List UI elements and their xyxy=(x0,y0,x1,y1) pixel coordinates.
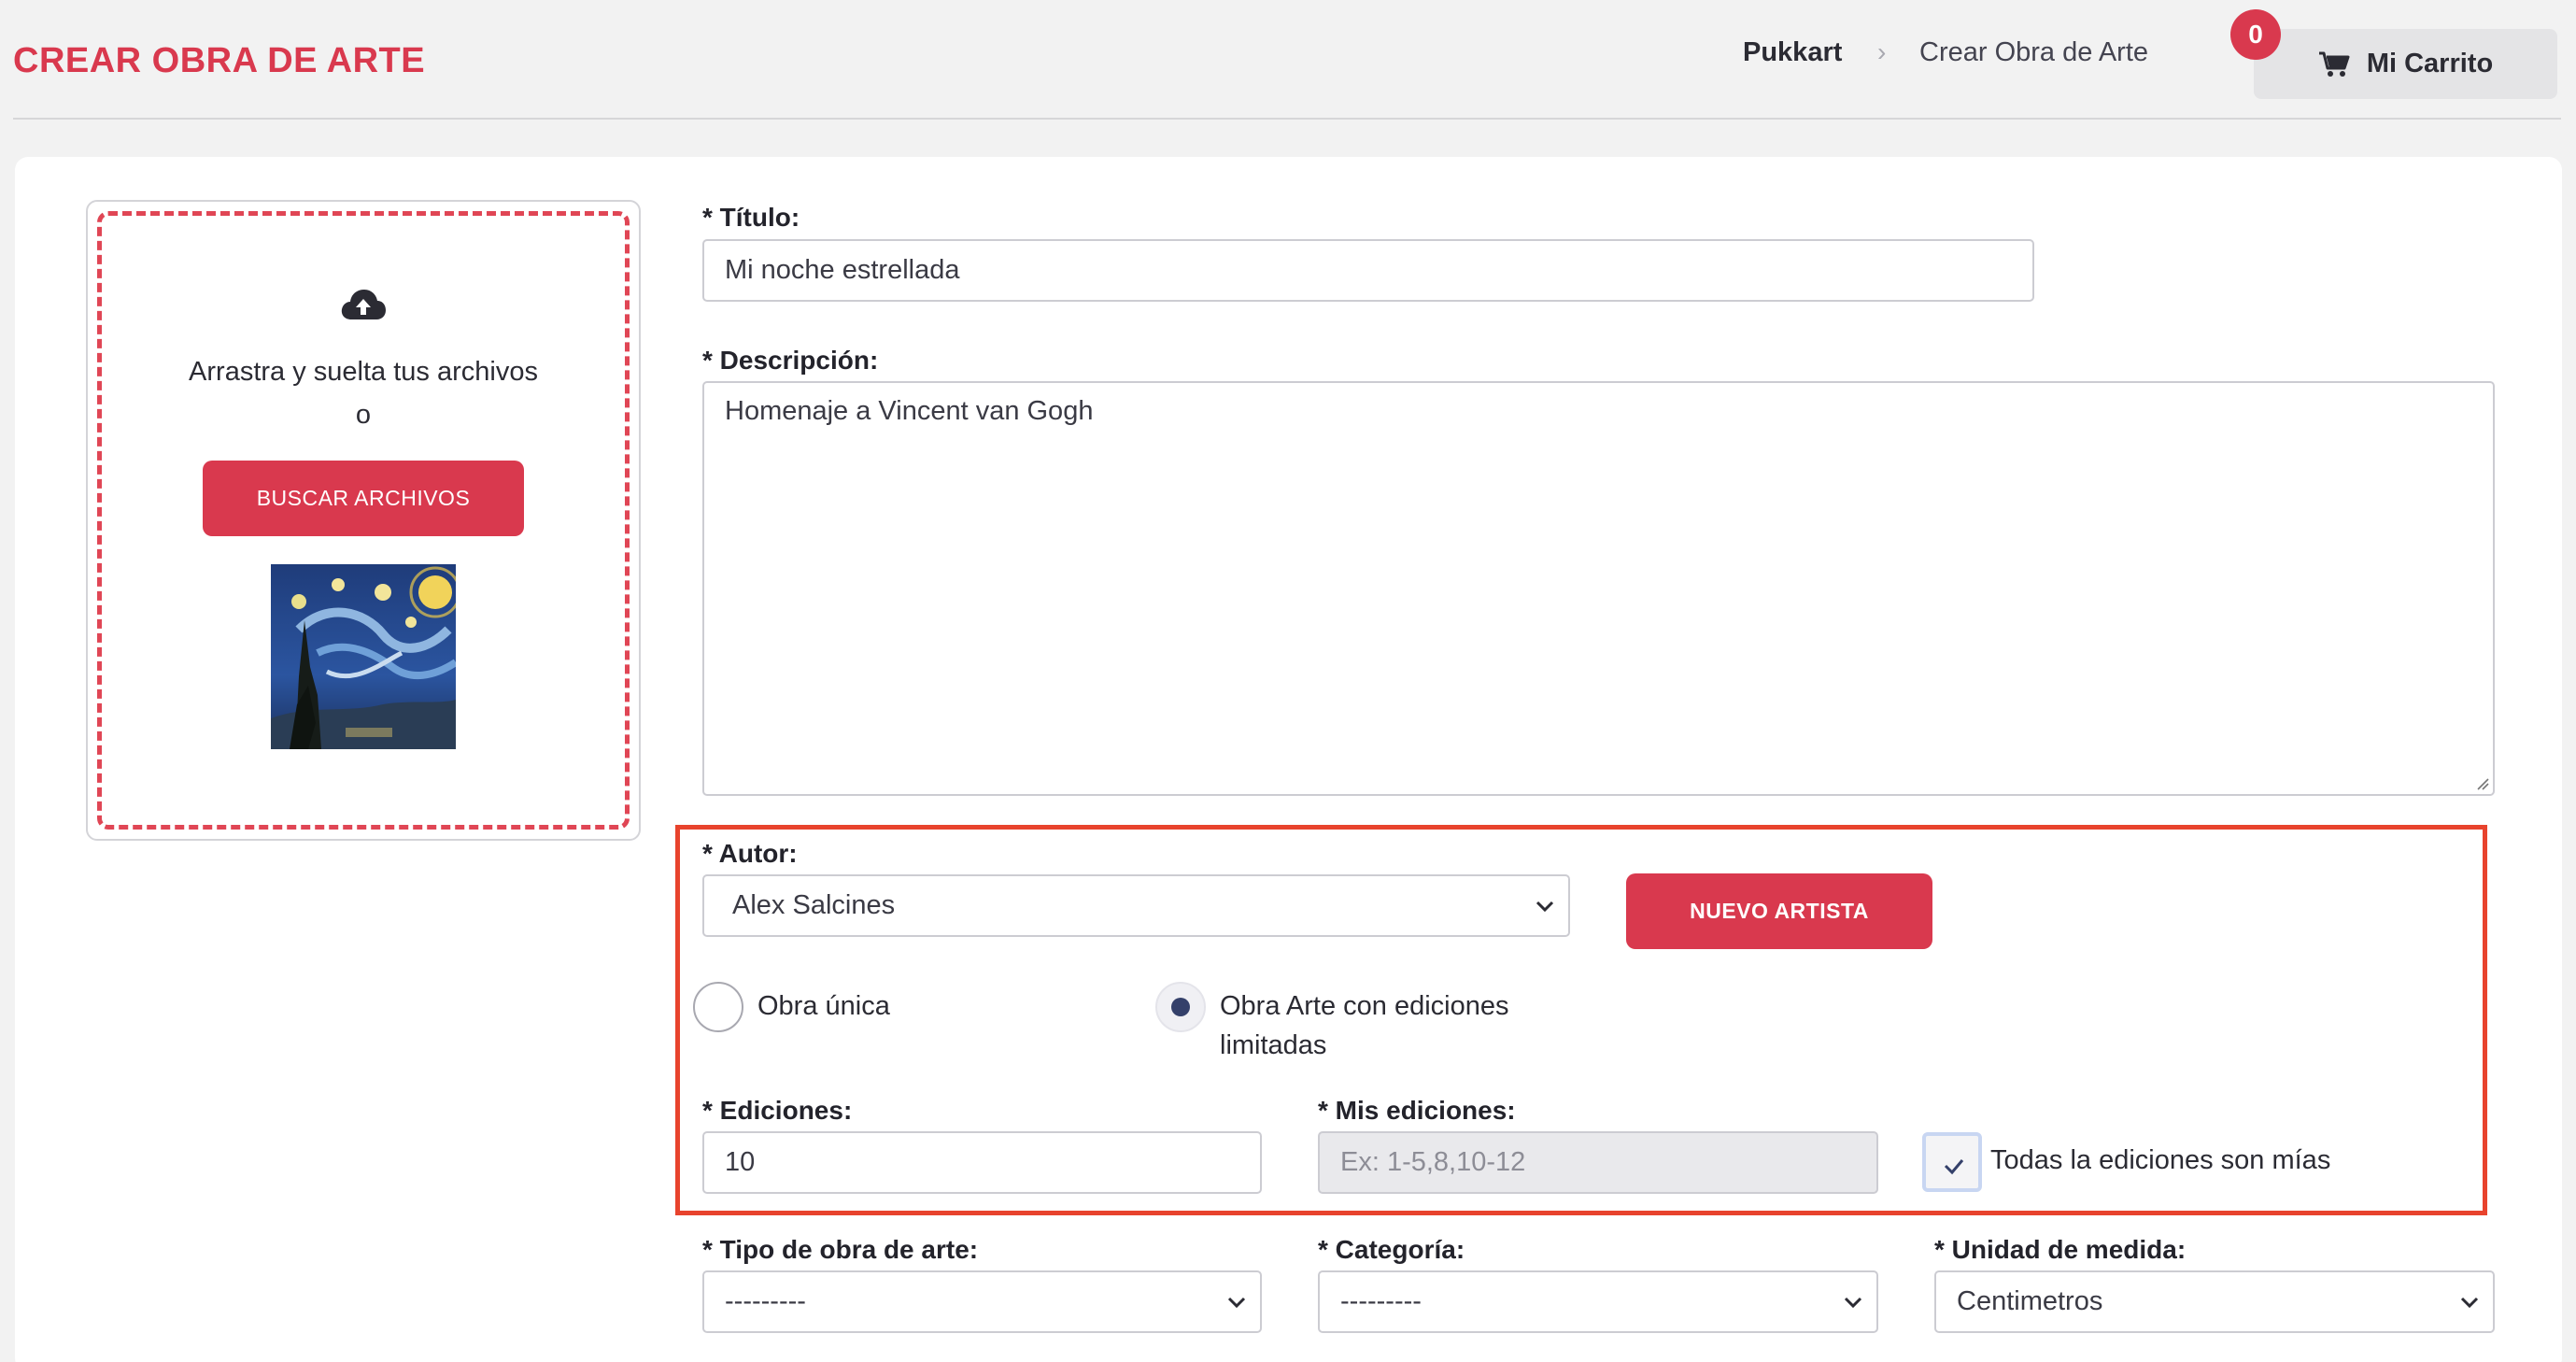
my-editions-input[interactable]: Ex: 1-5,8,10-12 xyxy=(1318,1131,1878,1194)
author-selected-value: Alex Salcines xyxy=(732,890,896,920)
category-select[interactable]: --------- xyxy=(1318,1270,1878,1333)
chevron-down-icon xyxy=(1844,1297,1862,1308)
radio-selected-dot xyxy=(1171,998,1190,1016)
shopping-cart-icon xyxy=(2318,51,2350,77)
radio-limited-label-line2: limitadas xyxy=(1220,1030,1327,1060)
cart-button[interactable]: Mi Carrito xyxy=(2254,29,2557,99)
header-divider xyxy=(13,118,2561,120)
artwork-thumbnail xyxy=(271,564,456,749)
cart-label: Mi Carrito xyxy=(2366,49,2494,78)
radio-unique-artwork[interactable] xyxy=(693,982,743,1032)
resize-grip-icon[interactable] xyxy=(2476,777,2489,790)
category-label: * Categoría: xyxy=(1318,1235,1465,1264)
unit-select[interactable]: Centimetros xyxy=(1934,1270,2495,1333)
editions-input[interactable]: 10 xyxy=(702,1131,1262,1194)
radio-limited-label: Obra Arte con ediciones limitadas xyxy=(1220,986,1509,1065)
art-type-label: * Tipo de obra de arte: xyxy=(702,1235,979,1264)
chevron-down-icon xyxy=(1536,901,1554,912)
page-title: CREAR OBRA DE ARTE xyxy=(13,41,426,80)
all-editions-checkbox[interactable] xyxy=(1922,1132,1982,1192)
breadcrumb-separator: › xyxy=(1877,37,1887,66)
checkmark-icon xyxy=(1944,1159,1964,1175)
browse-files-button[interactable]: BUSCAR ARCHIVOS xyxy=(203,461,524,536)
cloud-upload-icon xyxy=(341,290,386,319)
author-select[interactable]: Alex Salcines xyxy=(702,874,1570,937)
new-artist-button[interactable]: NUEVO ARTISTA xyxy=(1626,873,1932,949)
chevron-down-icon xyxy=(2460,1297,2479,1308)
my-editions-label: * Mis ediciones: xyxy=(1318,1096,1516,1125)
unit-selected-value: Centimetros xyxy=(1957,1286,2103,1316)
editions-label: * Ediciones: xyxy=(702,1096,853,1125)
art-type-selected-value: --------- xyxy=(725,1286,806,1316)
description-label: * Descripción: xyxy=(702,346,879,375)
cart-count-badge: 0 xyxy=(2230,9,2281,60)
author-label: * Autor: xyxy=(702,839,798,868)
description-text: Homenaje a Vincent van Gogh xyxy=(725,396,1094,426)
radio-limited-label-line1: Obra Arte con ediciones xyxy=(1220,991,1509,1021)
description-textarea[interactable]: Homenaje a Vincent van Gogh xyxy=(702,381,2495,796)
dropzone-instructions: Arrastra y suelta tus archivos xyxy=(189,357,538,387)
radio-unique-label: Obra única xyxy=(757,991,890,1021)
title-input[interactable]: Mi noche estrellada xyxy=(702,239,2034,302)
all-editions-label: Todas la ediciones son mías xyxy=(1990,1145,2331,1175)
breadcrumb-home-link[interactable]: Pukkart xyxy=(1743,37,1842,68)
category-selected-value: --------- xyxy=(1340,1286,1422,1316)
unit-label: * Unidad de medida: xyxy=(1934,1235,2187,1264)
radio-limited-editions[interactable] xyxy=(1155,982,1206,1032)
breadcrumb-current: Crear Obra de Arte xyxy=(1919,37,2148,67)
title-label: * Título: xyxy=(702,203,800,232)
art-type-select[interactable]: --------- xyxy=(702,1270,1262,1333)
dropzone-or: o xyxy=(355,400,372,430)
chevron-down-icon xyxy=(1227,1297,1246,1308)
